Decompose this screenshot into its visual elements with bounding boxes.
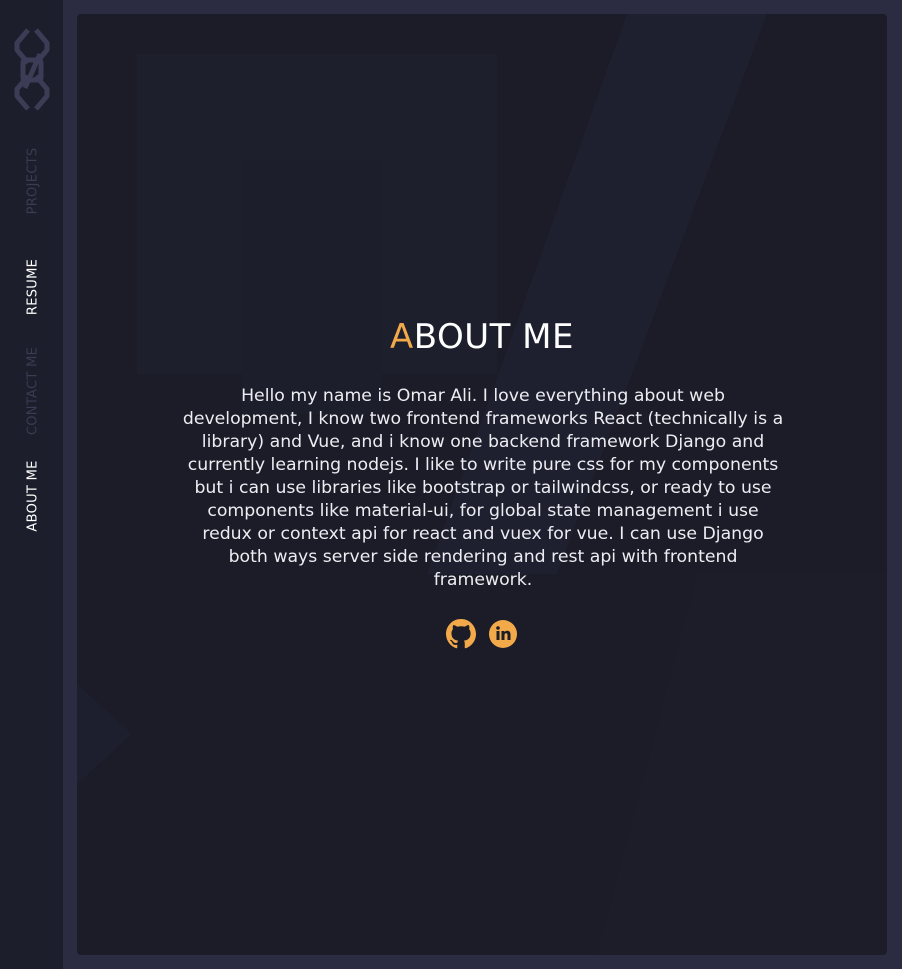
nav-projects[interactable]: PROJECTS xyxy=(26,148,41,215)
github-icon[interactable] xyxy=(446,619,476,649)
linkedin-icon[interactable] xyxy=(488,619,518,649)
about-panel: ABOUT ME Hello my name is Omar Ali. I lo… xyxy=(77,14,887,955)
page-title: ABOUT ME xyxy=(77,317,887,357)
sidebar: PROJECTS RESUME CONTACT ME ABOUT ME xyxy=(0,0,63,969)
nav-resume[interactable]: RESUME xyxy=(26,259,41,315)
title-accent-letter: A xyxy=(389,317,414,357)
bio-text: Hello my name is Omar Ali. I love everyt… xyxy=(182,386,784,590)
nav-contact-me[interactable]: CONTACT ME xyxy=(26,347,41,435)
code-brackets-logo-icon[interactable] xyxy=(14,26,50,116)
nav-about-me[interactable]: ABOUT ME xyxy=(26,460,41,531)
title-rest: BOUT ME xyxy=(413,317,575,357)
